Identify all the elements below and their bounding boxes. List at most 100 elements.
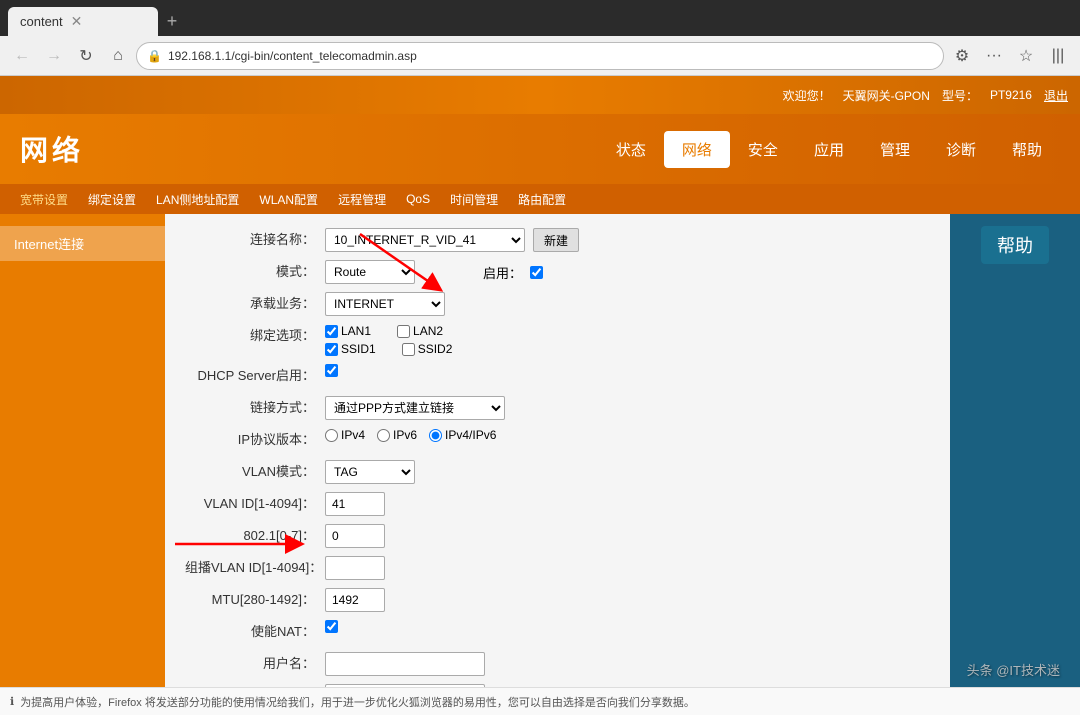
help-panel: 帮助 [950, 214, 1080, 687]
content-area: 连接名称： 10_INTERNET_R_VID_41 新建 模式： Route … [165, 214, 950, 687]
dhcp-row: DHCP Server启用： [185, 364, 930, 388]
address-text: 192.168.1.1/cgi-bin/content_telecomadmin… [168, 49, 933, 63]
sub-nav-route[interactable]: 路由配置 [508, 187, 576, 212]
sub-nav-broadband[interactable]: 宽带设置 [10, 187, 78, 212]
bookmarks-button[interactable]: ||| [1044, 42, 1072, 70]
vlan-mode-label: VLAN模式： [185, 460, 325, 484]
mode-label: 模式： [185, 260, 325, 284]
nat-row: 使能NAT： [185, 620, 930, 644]
username-input[interactable] [325, 652, 485, 676]
logout-button[interactable]: 退出 [1044, 87, 1068, 104]
password-input[interactable] [325, 684, 485, 687]
tab-bar: content ✕ + [0, 0, 1080, 36]
back-button[interactable]: ← [8, 42, 36, 70]
connection-name-row: 连接名称： 10_INTERNET_R_VID_41 新建 [185, 228, 930, 252]
ssid1-checkbox[interactable] [325, 343, 338, 356]
link-field: 通过PPP方式建立链接 [325, 396, 505, 420]
lan1-checkbox[interactable] [325, 325, 338, 338]
nat-checkbox[interactable] [325, 620, 338, 633]
sidebar-item-internet[interactable]: Internet连接 [0, 226, 165, 261]
brand-text: 天翼网关-GPON [843, 87, 930, 104]
link-label: 链接方式： [185, 396, 325, 420]
ipv4-radio[interactable] [325, 429, 338, 442]
welcome-text: 欢迎您！ [783, 87, 831, 104]
dhcp-checkbox[interactable] [325, 364, 338, 377]
binding-row2: SSID1 SSID2 [325, 342, 452, 356]
ipv4-option: IPv4 [325, 428, 365, 442]
model-value: PT9216 [990, 88, 1032, 102]
vlan-id-row: VLAN ID[1-4094]： [185, 492, 930, 516]
main-nav: 状态 网络 安全 应用 管理 诊断 帮助 [598, 131, 1060, 168]
service-field: INTERNET [325, 292, 445, 316]
menu-button[interactable]: ··· [980, 42, 1008, 70]
group-vlan-field [325, 556, 385, 580]
browser-chrome: content ✕ + ← → ↻ ⌂ 🔒 192.168.1.1/cgi-bi… [0, 0, 1080, 76]
binding-ssid1: SSID1 [325, 342, 376, 356]
binding-row1: LAN1 LAN2 [325, 324, 452, 338]
star-button[interactable]: ☆ [1012, 42, 1040, 70]
mtu-input[interactable] [325, 588, 385, 612]
sub-nav-lan[interactable]: LAN侧地址配置 [146, 187, 249, 212]
address-bar[interactable]: 🔒 192.168.1.1/cgi-bin/content_telecomadm… [136, 42, 944, 70]
banner: 网络 状态 网络 安全 应用 管理 诊断 帮助 [0, 114, 1080, 184]
home-button[interactable]: ⌂ [104, 42, 132, 70]
password-row: 密码： [185, 684, 930, 687]
sub-nav-time[interactable]: 时间管理 [440, 187, 508, 212]
nav-item-app[interactable]: 应用 [796, 131, 862, 168]
vlan-mode-select[interactable]: TAG [325, 460, 415, 484]
nat-field [325, 620, 338, 633]
username-row: 用户名： [185, 652, 930, 676]
connection-name-label: 连接名称： [185, 228, 325, 252]
ipv6-option: IPv6 [377, 428, 417, 442]
site-header: 欢迎您！ 天翼网关-GPON 型号： PT9216 退出 [0, 76, 1080, 114]
nav-item-security[interactable]: 安全 [730, 131, 796, 168]
vlan-mode-row: VLAN模式： TAG [185, 460, 930, 484]
enable-checkbox[interactable] [530, 266, 543, 279]
connection-name-select[interactable]: 10_INTERNET_R_VID_41 [325, 228, 525, 252]
model-label: 型号： [942, 87, 978, 104]
ipv4ipv6-radio[interactable] [429, 429, 442, 442]
ssid2-checkbox[interactable] [402, 343, 415, 356]
nav-item-help[interactable]: 帮助 [994, 131, 1060, 168]
binding-label: 绑定选项： [185, 324, 325, 348]
refresh-button[interactable]: ↻ [72, 42, 100, 70]
password-label: 密码： [185, 684, 325, 687]
link-select[interactable]: 通过PPP方式建立链接 [325, 396, 505, 420]
security-icon: 🔒 [147, 49, 162, 63]
service-label: 承载业务： [185, 292, 325, 316]
nat-label: 使能NAT： [185, 620, 325, 644]
link-row: 链接方式： 通过PPP方式建立链接 [185, 396, 930, 420]
help-label: 帮助 [981, 226, 1049, 264]
new-connection-button[interactable]: 新建 [533, 228, 579, 252]
ip-protocol-row: IP协议版本： IPv4 IPv6 IPv4/IPv6 [185, 428, 930, 452]
active-tab[interactable]: content ✕ [8, 7, 158, 36]
nav-item-management[interactable]: 管理 [862, 131, 928, 168]
nav-item-status[interactable]: 状态 [598, 131, 664, 168]
lan2-checkbox[interactable] [397, 325, 410, 338]
new-tab-button[interactable]: + [158, 7, 186, 35]
forward-button[interactable]: → [40, 42, 68, 70]
mode-select[interactable]: Route [325, 260, 415, 284]
ipv4-label: IPv4 [341, 428, 365, 442]
binding-row: 绑定选项： LAN1 LAN2 [185, 324, 930, 356]
sub-nav-qos[interactable]: QoS [396, 188, 440, 210]
dhcp-label: DHCP Server启用： [185, 364, 325, 388]
tab-label: content [20, 14, 63, 29]
username-field [325, 652, 485, 676]
service-row: 承载业务： INTERNET [185, 292, 930, 316]
extensions-button[interactable]: ⚙ [948, 42, 976, 70]
sub-nav-binding[interactable]: 绑定设置 [78, 187, 146, 212]
nav-item-network[interactable]: 网络 [664, 131, 730, 168]
connection-name-field: 10_INTERNET_R_VID_41 新建 [325, 228, 579, 252]
group-vlan-input[interactable] [325, 556, 385, 580]
sub-nav-remote[interactable]: 远程管理 [328, 187, 396, 212]
service-select[interactable]: INTERNET [325, 292, 445, 316]
sub-nav-wlan[interactable]: WLAN配置 [249, 187, 328, 212]
header-right: 欢迎您！ 天翼网关-GPON 型号： PT9216 退出 [783, 87, 1068, 104]
vlan-id-input[interactable] [325, 492, 385, 516]
tab-close-btn[interactable]: ✕ [71, 13, 83, 30]
nav-item-diagnosis[interactable]: 诊断 [928, 131, 994, 168]
nav-right-buttons: ⚙ ··· ☆ ||| [948, 42, 1072, 70]
s802-input[interactable] [325, 524, 385, 548]
ipv6-radio[interactable] [377, 429, 390, 442]
